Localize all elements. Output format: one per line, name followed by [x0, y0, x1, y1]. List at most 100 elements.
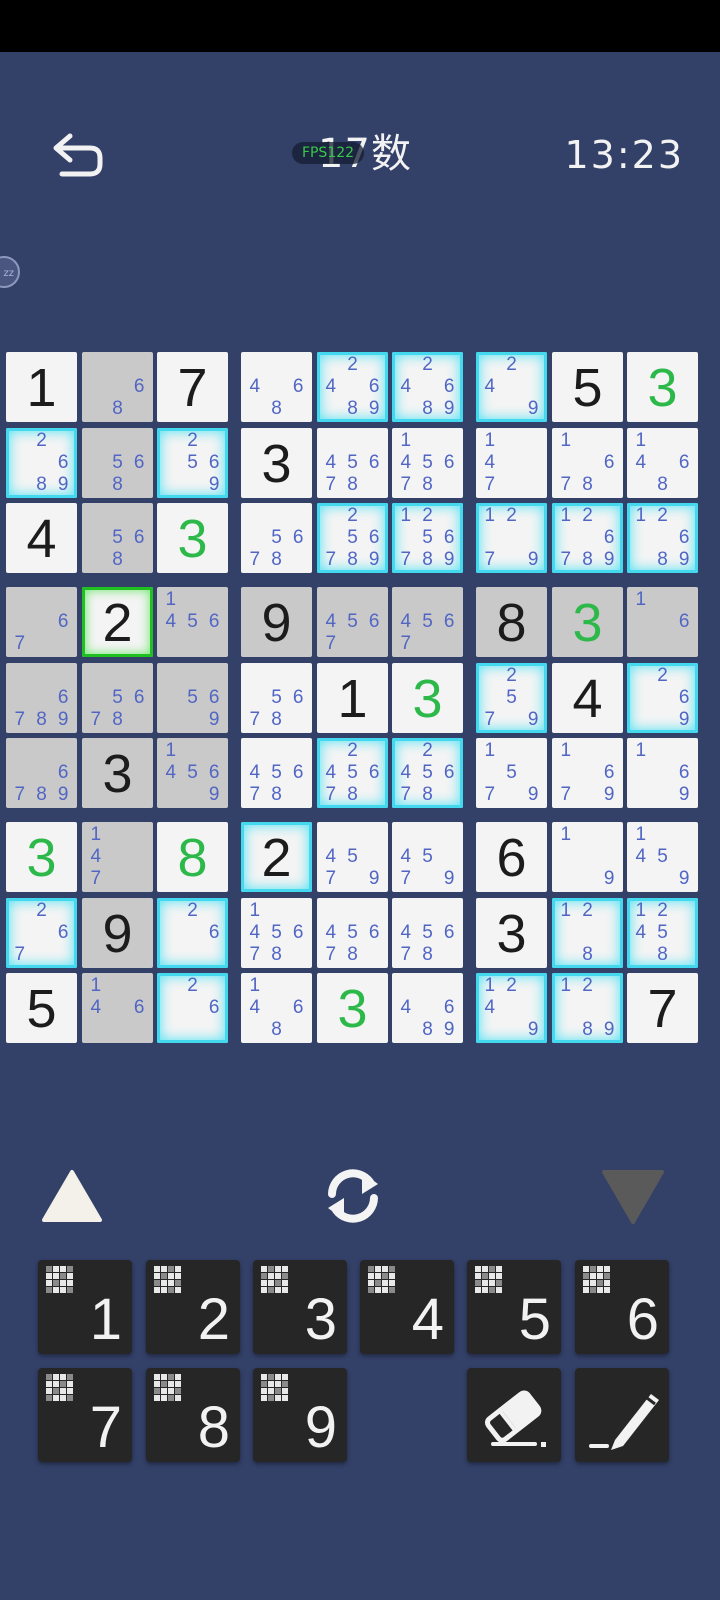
board-cell[interactable]: 14569 — [157, 738, 228, 808]
board-cell[interactable]: 1456 — [157, 587, 228, 657]
note-digit — [160, 665, 182, 687]
board-cell[interactable]: 7 — [627, 973, 698, 1043]
board-cell[interactable]: 3 — [627, 352, 698, 422]
digit-key-1[interactable]: 1 — [38, 1260, 132, 1354]
board-cell[interactable]: 257 9 — [476, 663, 547, 733]
board-cell[interactable]: 3 — [392, 663, 463, 733]
board-cell[interactable]: 569 — [157, 663, 228, 733]
board-cell[interactable]: 568 — [82, 503, 153, 573]
digit-key-3[interactable]: 3 — [253, 1260, 347, 1354]
board-cell[interactable]: 5 — [6, 973, 77, 1043]
prev-button[interactable] — [40, 1168, 104, 1224]
board-cell[interactable]: 4 — [6, 503, 77, 573]
board-cell[interactable]: 19 — [552, 822, 623, 892]
board-cell[interactable]: 1679 — [552, 738, 623, 808]
board-cell[interactable]: 147 — [476, 428, 547, 498]
board-cell[interactable]: 256 789 — [317, 503, 388, 573]
board-cell[interactable]: 1579 — [476, 738, 547, 808]
refresh-button[interactable] — [318, 1164, 388, 1228]
board-cell[interactable]: 14 68 — [241, 973, 312, 1043]
board-cell[interactable]: 14 6 — [82, 973, 153, 1043]
board-cell[interactable]: 6 789 — [6, 663, 77, 733]
board-cell[interactable]: 56 78 — [82, 663, 153, 733]
next-button[interactable] — [600, 1168, 666, 1226]
board-cell[interactable]: 2456 78 — [317, 738, 388, 808]
board-cell[interactable]: 4 689 — [392, 973, 463, 1043]
board-cell[interactable]: 2 — [241, 822, 312, 892]
board-cell[interactable]: 568 — [82, 428, 153, 498]
board-cell[interactable]: 3 — [82, 738, 153, 808]
digit-key-8[interactable]: 8 — [146, 1368, 240, 1462]
sleep-badge[interactable]: zz — [0, 256, 20, 288]
board-cell[interactable]: 26 7 — [6, 898, 77, 968]
board-cell[interactable]: 124 9 — [476, 973, 547, 1043]
board-cell[interactable]: 456 78 — [392, 898, 463, 968]
board-cell[interactable]: 12 89 — [552, 973, 623, 1043]
board-cell[interactable]: 456 78 — [317, 428, 388, 498]
note-digit: 4 — [249, 922, 261, 943]
board-cell[interactable]: 14 68 — [627, 428, 698, 498]
pencil-button[interactable] — [575, 1368, 669, 1462]
board-cell[interactable]: 12458 — [627, 898, 698, 968]
digit-key-7[interactable]: 7 — [38, 1368, 132, 1462]
board-cell[interactable]: 1456 78 — [241, 898, 312, 968]
board-cell[interactable]: 456 7 — [317, 587, 388, 657]
board-cell[interactable]: 1256 789 — [392, 503, 463, 573]
board-cell[interactable]: 26 — [157, 898, 228, 968]
board-cell[interactable]: 56 78 — [241, 663, 312, 733]
board-cell[interactable]: 7 — [157, 352, 228, 422]
board-cell[interactable]: 4 68 — [241, 352, 312, 422]
board-cell[interactable]: 24 689 — [392, 352, 463, 422]
digit-key-6[interactable]: 6 — [575, 1260, 669, 1354]
board-cell[interactable]: 3 — [6, 822, 77, 892]
board-cell[interactable]: 9 — [241, 587, 312, 657]
board-cell[interactable]: 4 — [552, 663, 623, 733]
board-cell[interactable]: 5 — [552, 352, 623, 422]
board-cell[interactable]: 3 — [157, 503, 228, 573]
board-cell[interactable]: 9 — [82, 898, 153, 968]
board-cell[interactable]: 1 — [317, 663, 388, 733]
note-digit — [31, 633, 53, 655]
back-button[interactable] — [48, 128, 110, 182]
board-cell[interactable]: 269 — [627, 663, 698, 733]
board-cell[interactable]: 2689 — [6, 428, 77, 498]
board-cell[interactable]: 3 — [317, 973, 388, 1043]
board-cell[interactable]: 12 7 9 — [476, 503, 547, 573]
board-cell[interactable]: 126 789 — [552, 503, 623, 573]
board-cell[interactable]: 3 — [476, 898, 547, 968]
board-cell[interactable]: 456 78 — [317, 898, 388, 968]
eraser-button[interactable] — [467, 1368, 561, 1462]
board-cell[interactable]: 147 — [82, 822, 153, 892]
board-cell[interactable]: 2 — [82, 587, 153, 657]
board-cell[interactable]: 16 — [627, 587, 698, 657]
board-cell[interactable]: 457 9 — [317, 822, 388, 892]
board-cell[interactable]: 456 7 — [392, 587, 463, 657]
board-cell[interactable]: 1678 — [552, 428, 623, 498]
board-cell[interactable]: 6 789 — [6, 738, 77, 808]
board-cell[interactable]: 8 — [157, 822, 228, 892]
digit-key-5[interactable]: 5 — [467, 1260, 561, 1354]
board-cell[interactable]: 1 69 — [627, 738, 698, 808]
board-cell[interactable]: 2456 78 — [392, 738, 463, 808]
board-cell[interactable]: 3 — [241, 428, 312, 498]
board-cell[interactable]: 24 9 — [476, 352, 547, 422]
board-cell[interactable]: 456 78 — [241, 738, 312, 808]
board-cell[interactable]: 26 — [157, 973, 228, 1043]
board-cell[interactable]: 12689 — [627, 503, 698, 573]
board-cell[interactable]: 1459 — [627, 822, 698, 892]
digit-key-4[interactable]: 4 — [360, 1260, 454, 1354]
board-cell[interactable]: 56 78 — [241, 503, 312, 573]
board-cell[interactable]: 6 — [476, 822, 547, 892]
board-cell[interactable]: 12 8 — [552, 898, 623, 968]
board-cell[interactable]: 1456 78 — [392, 428, 463, 498]
digit-key-2[interactable]: 2 — [146, 1260, 240, 1354]
board-cell[interactable]: 3 — [552, 587, 623, 657]
board-cell[interactable]: 2569 — [157, 428, 228, 498]
board-cell[interactable]: 24 689 — [317, 352, 388, 422]
board-cell[interactable]: 457 9 — [392, 822, 463, 892]
board-cell[interactable]: 68 — [82, 352, 153, 422]
board-cell[interactable]: 1 — [6, 352, 77, 422]
board-cell[interactable]: 67 — [6, 587, 77, 657]
board-cell[interactable]: 8 — [476, 587, 547, 657]
digit-key-9[interactable]: 9 — [253, 1368, 347, 1462]
